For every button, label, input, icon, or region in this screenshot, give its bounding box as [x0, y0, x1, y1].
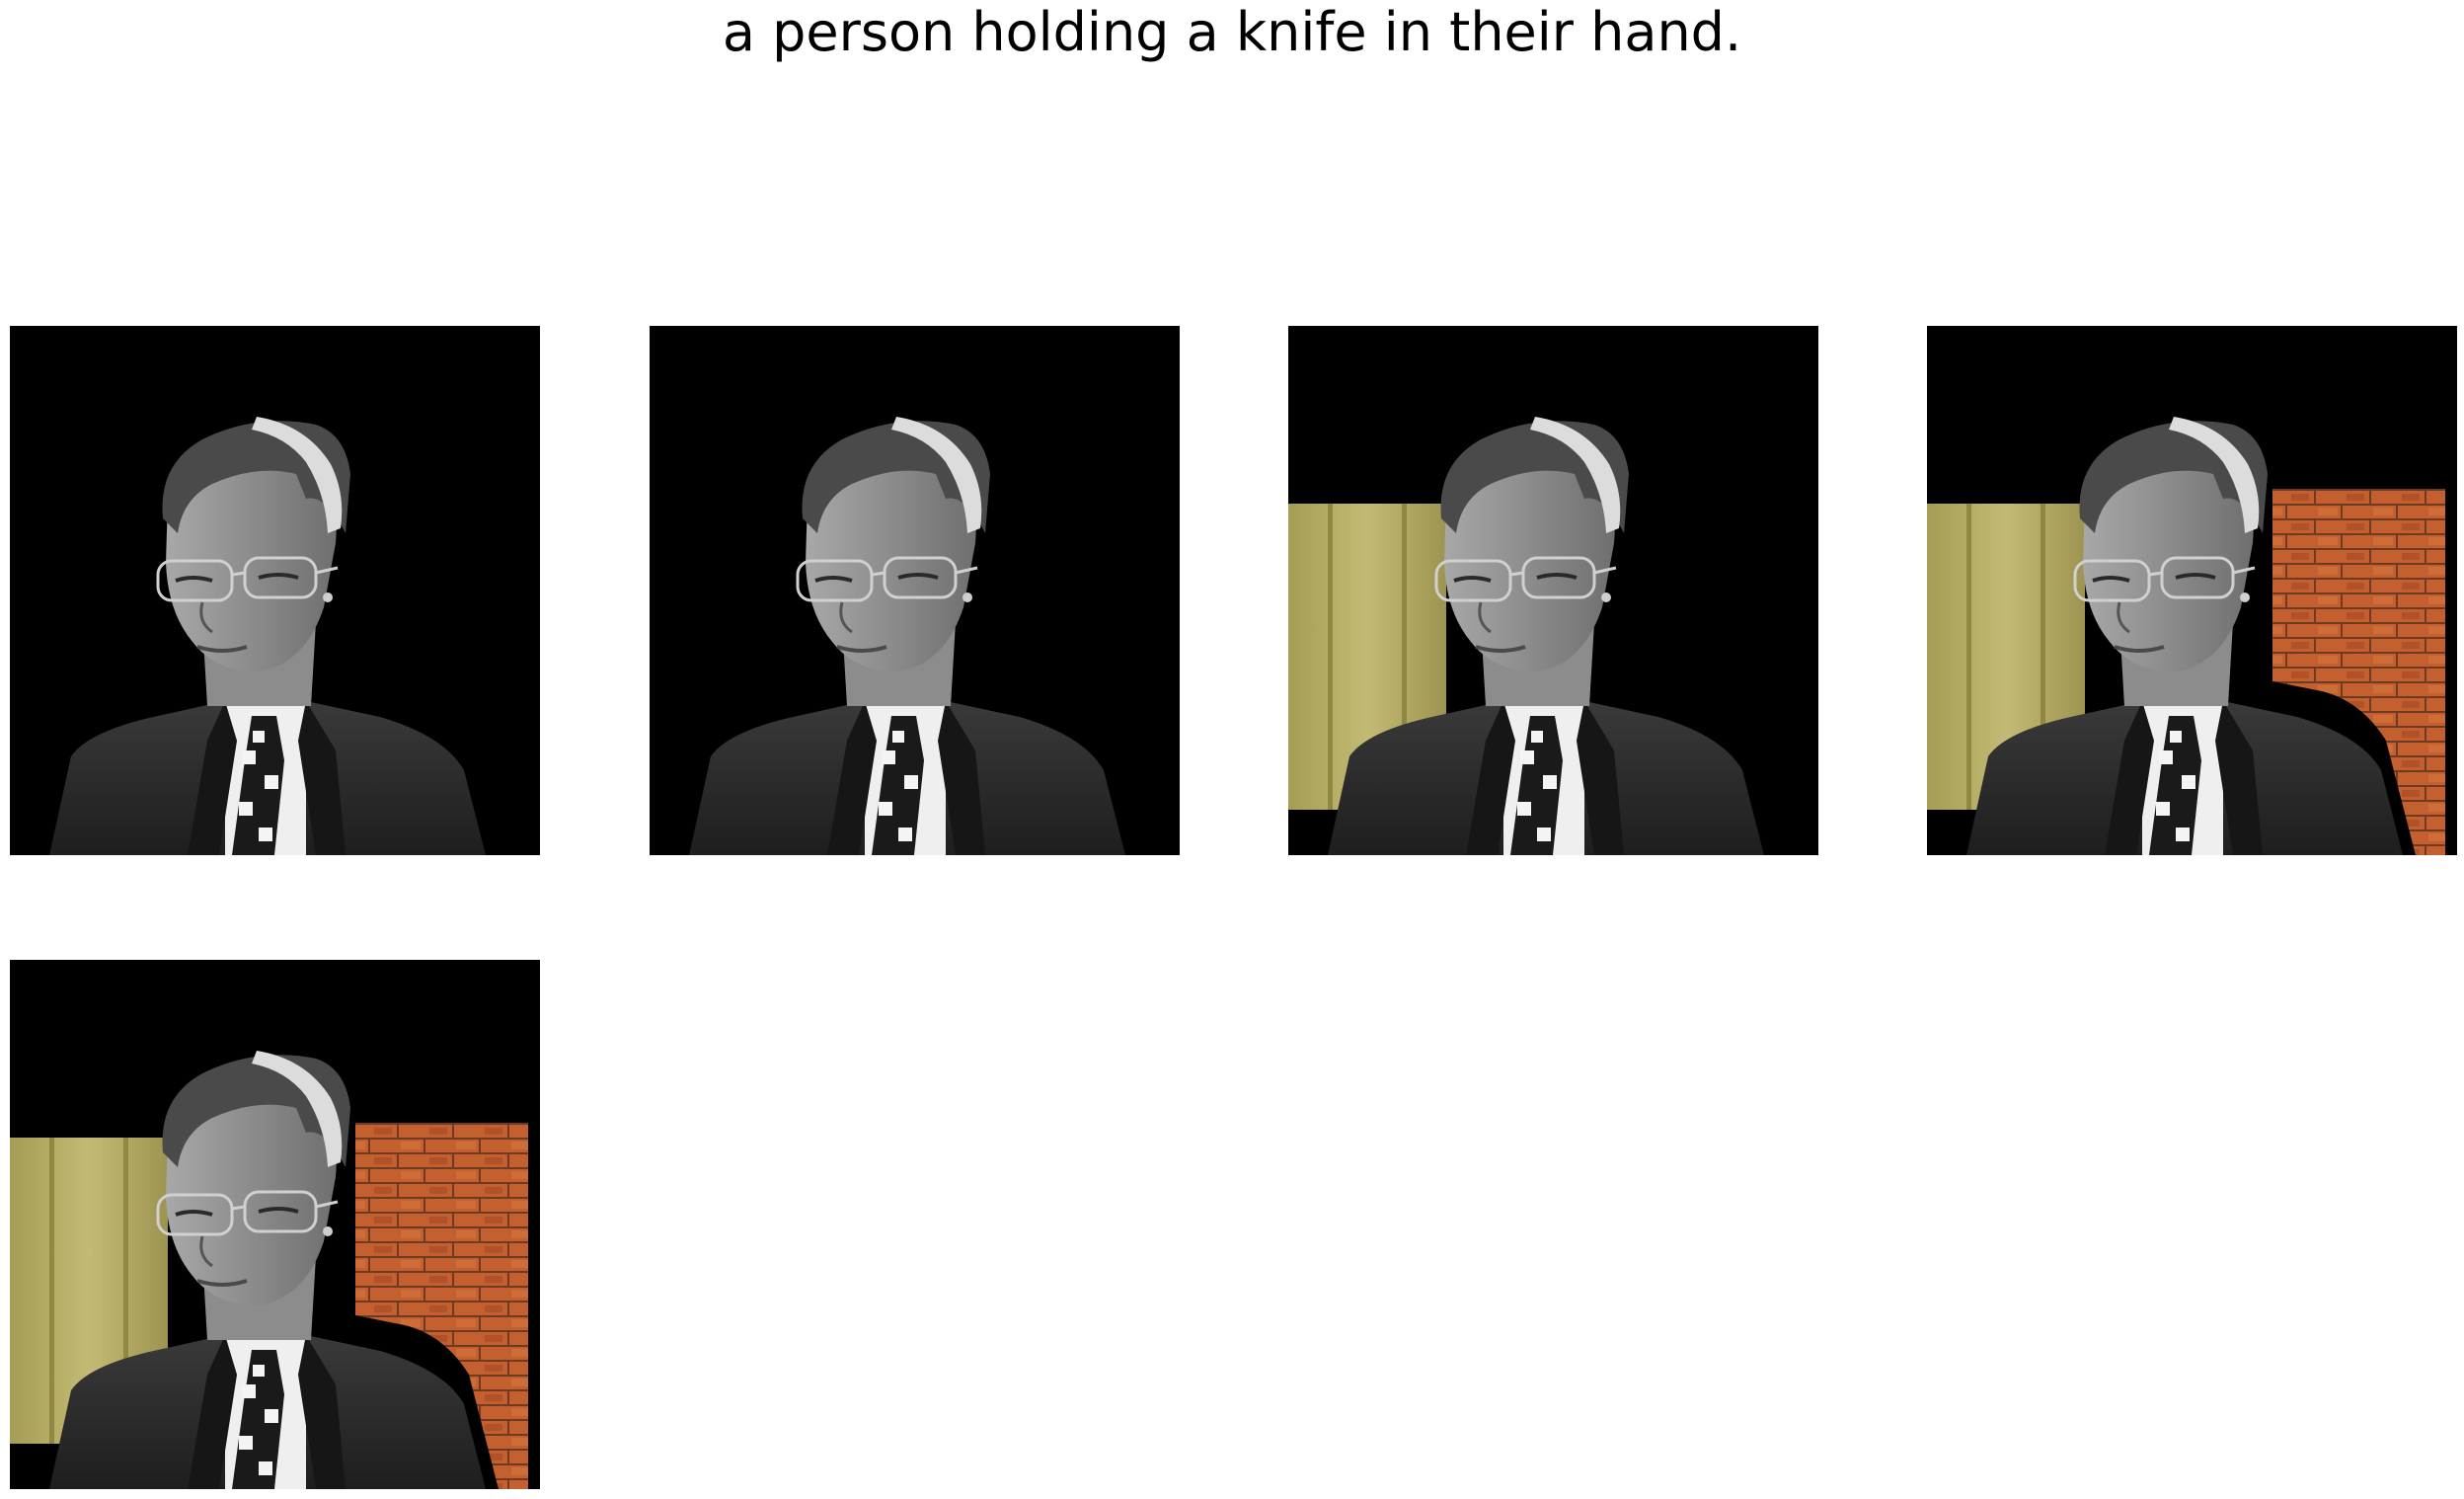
generated-image-2 [650, 326, 1180, 855]
person-portrait-office-brick [1927, 326, 2457, 855]
generated-image-5 [10, 960, 540, 1489]
person-portrait-office [1288, 326, 1818, 855]
generated-image-3 [1288, 326, 1818, 855]
person-portrait-plain [10, 326, 540, 855]
image-caption: a person holding a knife in their hand. [722, 1, 1742, 63]
generated-image-4 [1927, 326, 2457, 855]
person-portrait-plain [650, 326, 1180, 855]
person-portrait-office-brick [10, 960, 540, 1489]
generated-image-1 [10, 326, 540, 855]
